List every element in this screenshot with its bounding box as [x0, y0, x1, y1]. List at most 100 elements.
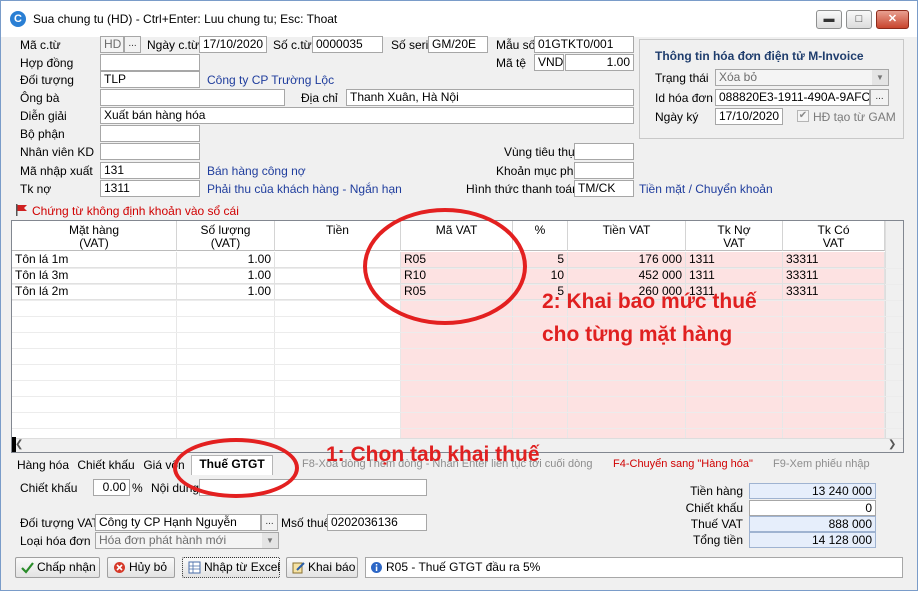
annotation-ellipse-vat	[363, 208, 527, 325]
chiet-khau-pct-field[interactable]: 0.00	[93, 479, 130, 496]
ma-ct-field[interactable]: HD	[100, 36, 124, 53]
scroll-thumb[interactable]	[12, 437, 16, 452]
cell-mat-hang[interactable]: Tôn lá 1m	[12, 252, 177, 268]
loai-hd-select[interactable]: Hóa đơn phát hành mới	[95, 532, 279, 549]
ong-ba-field[interactable]	[100, 89, 285, 106]
cell-so-luong[interactable]: 1.00	[177, 268, 275, 284]
col-header-label: %	[534, 223, 546, 237]
so-ct-field[interactable]: 0000035	[312, 36, 383, 53]
dia-chi-field[interactable]: Thanh Xuân, Hà Nội	[346, 89, 634, 106]
ms-thue-field[interactable]: 0202036136	[327, 514, 427, 531]
col-header-so-luong[interactable]: Số lượng (VAT)	[177, 221, 275, 251]
doi-tuong-vat-lookup-button[interactable]: ...	[261, 514, 278, 531]
ngay-ct-label: Ngày c.từ	[147, 38, 200, 52]
minimize-button[interactable]: ▬	[816, 10, 842, 29]
tien-hang-value: 13 240 000	[749, 483, 876, 499]
so-seri-label: Số seri	[391, 38, 429, 52]
so-ct-label: Số c.từ	[273, 38, 312, 52]
tab-hang-hoa[interactable]: Hàng hóa	[15, 457, 71, 475]
col-header-tk-no[interactable]: Tk Nợ VAT	[686, 221, 783, 251]
chiet-khau-total-value[interactable]: 0	[749, 500, 876, 516]
nhan-vien-label: Nhân viên KD	[20, 145, 95, 159]
chevron-down-icon[interactable]: ▼	[872, 70, 888, 85]
cell-mat-hang[interactable]: Tôn lá 3m	[12, 268, 177, 284]
tien-hang-label: Tiền hàng	[690, 484, 743, 498]
ma-te-field[interactable]: VND	[534, 54, 564, 71]
cell-tk-co[interactable]: 33311	[783, 252, 885, 268]
doi-tuong-vat-label: Đối tượng VAT	[20, 516, 99, 530]
tong-tien-label: Tổng tiền	[692, 533, 743, 547]
ma-ct-lookup-button[interactable]: ...	[124, 36, 141, 53]
col-header-tien-vat[interactable]: Tiền VAT	[568, 221, 686, 251]
nhan-vien-field[interactable]	[100, 143, 200, 160]
col-header-mat-hang[interactable]: Mặt hàng (VAT)	[12, 221, 177, 251]
hop-dong-field[interactable]	[100, 54, 200, 71]
mau-so-field[interactable]: 01GTKT0/001	[534, 36, 634, 53]
pct-symbol: %	[132, 481, 143, 495]
info-icon	[371, 562, 382, 573]
tab-chiet-khau[interactable]: Chiết khấu	[77, 457, 135, 475]
cell-so-luong[interactable]: 1.00	[177, 252, 275, 268]
hinh-thuc-tt-field[interactable]: TM/CK	[574, 180, 634, 197]
dien-giai-field[interactable]: Xuất bán hàng hóa	[100, 107, 634, 124]
scroll-right-icon[interactable]: ❯	[888, 439, 896, 450]
status-text: R05 - Thuế GTGT đầu ra 5%	[386, 560, 541, 574]
maximize-button[interactable]: □	[846, 10, 872, 29]
doi-tuong-field[interactable]: TLP	[100, 71, 200, 88]
cell-tk-no[interactable]: 1311	[686, 268, 783, 284]
flag-icon	[15, 204, 29, 216]
chiet-khau-total-label: Chiết khấu	[685, 501, 743, 515]
vertical-scrollbar[interactable]	[885, 221, 903, 438]
chevron-down-icon[interactable]: ▼	[262, 533, 278, 548]
col-header-label: Tk Có	[817, 223, 850, 237]
khoan-muc-phi-field[interactable]	[574, 162, 634, 179]
id-hoa-don-field[interactable]: 088820E3-1911-490A-9AFC-9A	[715, 89, 870, 106]
cell-tk-co[interactable]: 33311	[783, 268, 885, 284]
cell-tien-vat[interactable]: 452 000	[568, 268, 686, 284]
bo-phan-field[interactable]	[100, 125, 200, 142]
dien-giai-label: Diễn giải	[20, 109, 67, 123]
ngay-ct-field[interactable]: 17/10/2020	[199, 36, 267, 53]
cell-tk-no[interactable]: 1311	[686, 252, 783, 268]
trang-thai-select[interactable]: Xóa bỏ	[715, 69, 889, 86]
hop-dong-label: Hợp đồng	[20, 56, 74, 70]
hinh-thuc-tt-name: Tiền mặt / Chuyển khoản	[639, 182, 773, 196]
cell-so-luong[interactable]: 1.00	[177, 284, 275, 300]
ong-ba-label: Ông bà	[20, 91, 60, 105]
id-hoa-don-lookup-button[interactable]: ...	[870, 89, 889, 106]
annotation-step2-line2: cho từng mặt hàng	[542, 323, 733, 346]
cell-tk-co[interactable]: 33311	[783, 284, 885, 300]
trang-thai-label: Trạng thái	[655, 71, 709, 85]
col-header-sublabel: VAT	[723, 236, 745, 250]
status-bar: R05 - Thuế GTGT đầu ra 5%	[365, 557, 903, 578]
so-seri-field[interactable]: GM/20E	[428, 36, 488, 53]
import-excel-button[interactable]: Nhập từ Excel	[182, 557, 280, 578]
hint-f9[interactable]: F9-Xem phiếu nhập	[773, 458, 870, 470]
cell-mat-hang[interactable]: Tôn lá 2m	[12, 284, 177, 300]
edit-icon	[292, 562, 305, 574]
ma-nhap-xuat-field[interactable]: 131	[100, 162, 200, 179]
doi-tuong-vat-field[interactable]: Công ty CP Hạnh Nguyễn	[95, 514, 261, 531]
vung-tieu-thu-field[interactable]	[574, 143, 634, 160]
accept-button[interactable]: Chấp nhận	[15, 557, 100, 578]
khoan-muc-phi-label: Khoản mục phí	[496, 164, 577, 178]
cancel-button-label: Hủy bỏ	[129, 560, 168, 574]
cell-tien-vat[interactable]: 176 000	[568, 252, 686, 268]
dia-chi-label: Địa chỉ	[301, 91, 338, 105]
ty-gia-field[interactable]: 1.00	[565, 54, 634, 71]
ngay-ky-field[interactable]: 17/10/2020	[715, 108, 783, 125]
hinh-thuc-tt-label: Hình thức thanh toán	[466, 182, 579, 196]
close-button[interactable]: ✕	[876, 10, 909, 29]
tk-no-name: Phải thu của khách hàng - Ngắn hạn	[207, 182, 402, 196]
tk-no-label: Tk nợ	[20, 182, 52, 196]
import-excel-button-label: Nhập từ Excel	[204, 560, 281, 574]
thue-vat-value: 888 000	[749, 516, 876, 532]
hint-f4[interactable]: F4-Chuyển sang "Hàng hóa"	[613, 458, 753, 470]
hd-tao-checkbox[interactable]: ✔	[797, 110, 809, 122]
col-header-tk-co[interactable]: Tk Có VAT	[783, 221, 885, 251]
cancel-button[interactable]: Hủy bỏ	[107, 557, 175, 578]
tk-no-field[interactable]: 1311	[100, 180, 200, 197]
declare-button[interactable]: Khai báo	[286, 557, 358, 578]
scroll-left-icon[interactable]: ❮	[15, 439, 23, 450]
col-header-label: Mặt hàng	[68, 223, 120, 237]
